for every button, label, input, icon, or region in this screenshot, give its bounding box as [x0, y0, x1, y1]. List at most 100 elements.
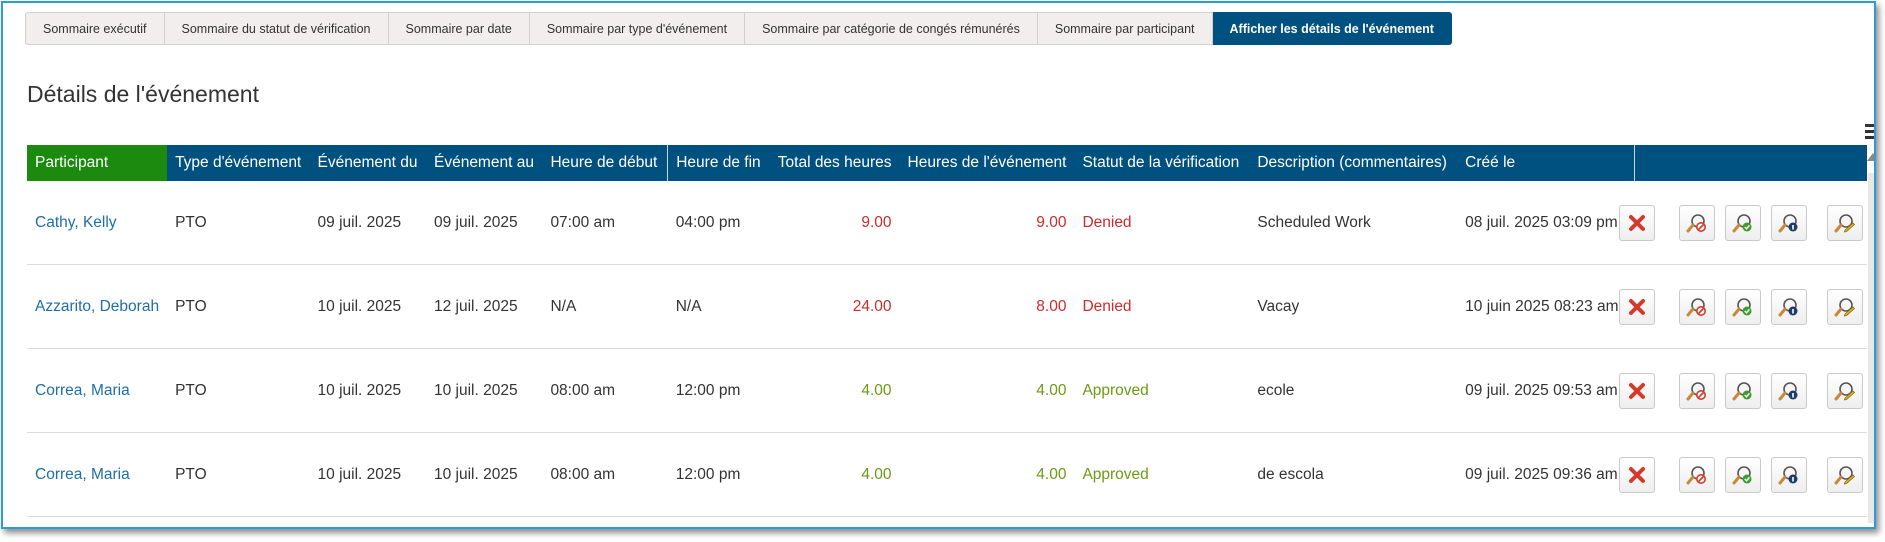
delete-x-icon [1628, 382, 1645, 399]
description-cell: Scheduled Work [1249, 181, 1458, 265]
tab-pto-category-summary[interactable]: Sommaire par catégorie de congés rémunér… [745, 12, 1038, 45]
created-cell: 09 juil. 2025 09:53 am [1457, 348, 1635, 433]
start-time-cell: 08:00 am [542, 348, 668, 433]
event-type-cell: PTO [167, 432, 310, 517]
edit-button[interactable] [1826, 288, 1863, 325]
app-window: Sommaire exécutif Sommaire du statut de … [1, 1, 1876, 529]
event-to-cell: 10 juil. 2025 [425, 432, 543, 517]
approve-button[interactable] [1724, 372, 1761, 409]
edit-button[interactable] [1826, 372, 1863, 409]
end-time-cell: 12:00 pm [667, 432, 770, 517]
table-row: Correa, Maria PTO 10 juil. 2025 10 juil.… [27, 348, 1867, 433]
tab-event-details[interactable]: Afficher les détails de l'événement [1212, 12, 1452, 45]
table-row: Azzarito, Deborah PTO 10 juil. 2025 12 j… [27, 264, 1867, 349]
row-actions [1618, 181, 1867, 265]
delete-button[interactable] [1618, 288, 1655, 325]
edit-magnifier-icon [1834, 297, 1856, 317]
col-event-hours[interactable]: Heures de l'événement [899, 145, 1075, 181]
created-cell: 09 juil. 2025 09:36 am [1457, 432, 1635, 517]
verification-status-cell: Approved [1074, 348, 1250, 433]
col-event-type[interactable]: Type d'événement [167, 145, 310, 181]
approve-button[interactable] [1724, 288, 1761, 325]
table-row: Cathy, Kelly PTO 09 juil. 2025 09 juil. … [27, 181, 1867, 265]
col-participant[interactable]: Participant [27, 145, 168, 181]
vertical-scrollbar[interactable] [1868, 173, 1874, 523]
edit-button[interactable] [1826, 456, 1863, 493]
col-total-hours[interactable]: Total des heures [769, 145, 900, 181]
info-button[interactable] [1770, 204, 1807, 241]
approve-magnifier-icon [1732, 213, 1752, 232]
description-cell: ecole [1249, 348, 1458, 433]
tab-verification-status-summary[interactable]: Sommaire du statut de vérification [164, 12, 389, 45]
row-actions [1618, 348, 1867, 433]
approve-magnifier-icon [1732, 381, 1752, 400]
event-from-cell: 09 juil. 2025 [309, 181, 426, 265]
end-time-cell: 04:00 pm [667, 181, 770, 265]
edit-button[interactable] [1826, 204, 1863, 241]
total-hours-cell: 9.00 [769, 181, 900, 265]
start-time-cell: 07:00 am [542, 181, 668, 265]
end-time-cell: N/A [667, 264, 770, 349]
deny-magnifier-icon [1686, 213, 1706, 232]
col-start-time[interactable]: Heure de début [542, 145, 668, 181]
page-title: Détails de l'événement [27, 81, 259, 107]
start-time-cell: N/A [542, 264, 668, 349]
tab-participant-summary[interactable]: Sommaire par participant [1037, 12, 1213, 45]
delete-x-icon [1628, 298, 1645, 315]
delete-button[interactable] [1618, 204, 1655, 241]
event-hours-cell: 8.00 [899, 264, 1075, 349]
event-type-cell: PTO [167, 264, 310, 349]
col-event-from[interactable]: Événement du [309, 145, 426, 181]
created-cell: 10 juin 2025 08:23 am [1457, 264, 1635, 349]
info-button[interactable] [1770, 288, 1807, 325]
delete-button[interactable] [1618, 372, 1655, 409]
info-magnifier-icon [1778, 381, 1798, 400]
col-event-to[interactable]: Événement au [425, 145, 543, 181]
deny-button[interactable] [1678, 456, 1715, 493]
table-header-row: Participant Type d'événement Événement d… [27, 145, 1867, 181]
info-button[interactable] [1770, 372, 1807, 409]
approve-magnifier-icon [1732, 297, 1752, 316]
col-created[interactable]: Créé le [1457, 145, 1635, 181]
col-actions [1634, 145, 1867, 181]
total-hours-cell: 24.00 [769, 264, 900, 349]
info-button[interactable] [1770, 456, 1807, 493]
approve-button[interactable] [1724, 456, 1761, 493]
participant-link[interactable]: Correa, Maria [27, 432, 168, 517]
deny-magnifier-icon [1686, 465, 1706, 484]
approve-magnifier-icon [1732, 465, 1752, 484]
row-actions [1618, 432, 1867, 517]
participant-link[interactable]: Cathy, Kelly [27, 181, 168, 265]
col-description[interactable]: Description (commentaires) [1249, 145, 1458, 181]
col-end-time[interactable]: Heure de fin [667, 145, 770, 181]
deny-magnifier-icon [1686, 381, 1706, 400]
deny-button[interactable] [1678, 288, 1715, 325]
table-row: Correa, Maria PTO 10 juil. 2025 10 juil.… [27, 432, 1867, 517]
menu-icon[interactable] [1865, 124, 1874, 142]
deny-magnifier-icon [1686, 297, 1706, 316]
deny-button[interactable] [1678, 372, 1715, 409]
description-cell: Vacay [1249, 264, 1458, 349]
tab-event-type-summary[interactable]: Sommaire par type d'événement [529, 12, 746, 45]
delete-button[interactable] [1618, 456, 1655, 493]
total-hours-cell: 4.00 [769, 432, 900, 517]
scroll-up-arrow[interactable] [1867, 153, 1874, 161]
participant-link[interactable]: Correa, Maria [27, 348, 168, 433]
event-from-cell: 10 juil. 2025 [309, 432, 426, 517]
end-time-cell: 12:00 pm [667, 348, 770, 433]
verification-status-cell: Approved [1074, 432, 1250, 517]
deny-button[interactable] [1678, 204, 1715, 241]
delete-x-icon [1628, 466, 1645, 483]
event-to-cell: 10 juil. 2025 [425, 348, 543, 433]
event-to-cell: 12 juil. 2025 [425, 264, 543, 349]
event-type-cell: PTO [167, 348, 310, 433]
col-verification-status[interactable]: Statut de la vérification [1074, 145, 1250, 181]
participant-link[interactable]: Azzarito, Deborah [27, 264, 168, 349]
verification-status-cell: Denied [1074, 264, 1250, 349]
event-hours-cell: 4.00 [899, 348, 1075, 433]
event-from-cell: 10 juil. 2025 [309, 264, 426, 349]
approve-button[interactable] [1724, 204, 1761, 241]
info-magnifier-icon [1778, 297, 1798, 316]
tab-date-summary[interactable]: Sommaire par date [388, 12, 530, 45]
tab-executive-summary[interactable]: Sommaire exécutif [25, 12, 165, 45]
